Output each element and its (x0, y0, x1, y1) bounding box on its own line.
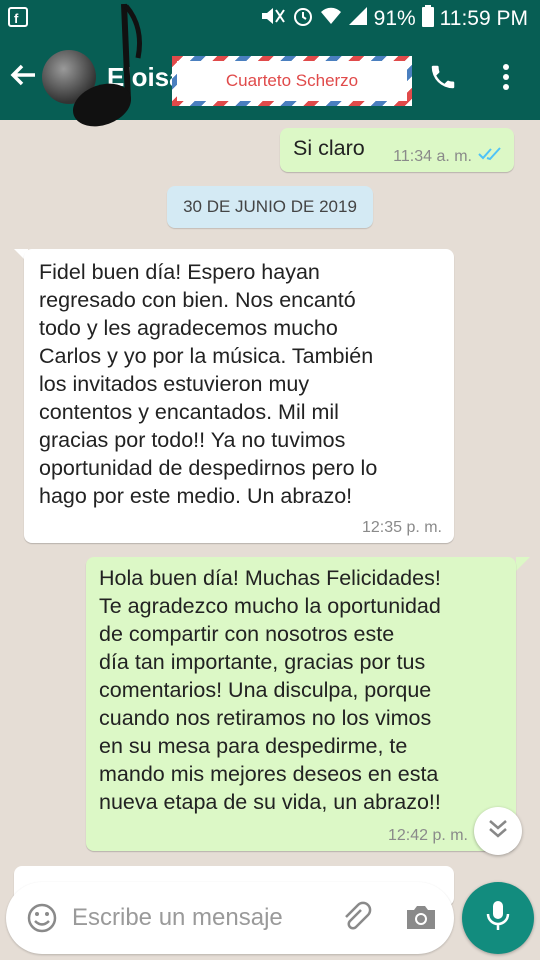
svg-text:f: f (14, 11, 19, 26)
message-input[interactable] (72, 900, 332, 936)
clock: 11:59 PM (439, 7, 528, 30)
music-note-icon (72, 3, 142, 127)
alarm-icon (292, 5, 314, 33)
chat-header: Eloisa Cuarteto Scherzo (0, 3, 540, 127)
wifi-icon (320, 6, 342, 32)
message-time: 12:42 p. m. (387, 827, 468, 844)
date-separator: 30 DE JUNIO DE 2019 (167, 186, 373, 228)
back-arrow-icon[interactable] (8, 60, 40, 96)
read-receipt-icon (478, 147, 502, 166)
camera-icon[interactable] (404, 902, 438, 934)
battery-icon (421, 5, 434, 33)
message-bubble-incoming[interactable]: Fidel buen día! Espero hayan regresado c… (24, 249, 454, 543)
message-text: Hola buen día! Muchas Felicidades! Te ag… (99, 566, 441, 814)
message-text: Si claro (293, 136, 365, 160)
scroll-to-bottom-button[interactable] (474, 807, 522, 855)
banner-text: Cuarteto Scherzo (177, 61, 407, 101)
signal-icon (348, 6, 368, 32)
message-time: 11:34 a. m. (393, 147, 472, 165)
message-bubble-outgoing[interactable]: Hola buen día! Muchas Felicidades! Te ag… (86, 557, 516, 851)
message-bubble-outgoing[interactable]: Si claro 11:34 a. m. (280, 128, 514, 172)
call-icon[interactable] (428, 62, 460, 94)
notification-icon: f (8, 7, 30, 34)
more-options-icon[interactable] (496, 62, 516, 94)
microphone-button[interactable] (462, 882, 534, 954)
message-text: Fidel buen día! Espero hayan regresado c… (39, 260, 378, 508)
microphone-icon (484, 899, 512, 938)
double-chevron-down-icon (486, 818, 510, 845)
battery-level: 91% (373, 7, 416, 30)
message-composer (6, 882, 454, 954)
paperclip-icon[interactable] (339, 900, 375, 936)
emoji-icon[interactable] (26, 902, 58, 934)
message-time: 12:35 p. m. (361, 519, 442, 536)
mute-icon (260, 6, 286, 32)
bubble-tail (516, 557, 530, 571)
group-banner: Cuarteto Scherzo (172, 56, 412, 106)
